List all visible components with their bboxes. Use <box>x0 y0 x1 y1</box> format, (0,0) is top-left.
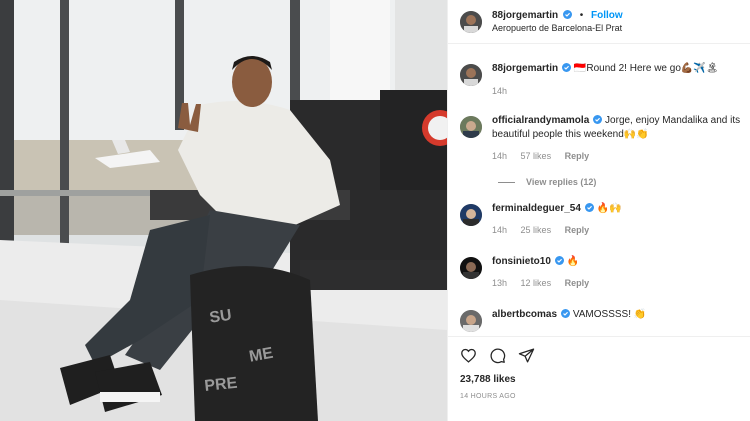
post-header: 88jorgemartin • Follow Aeropuerto de Bar… <box>448 0 750 44</box>
avatar-image <box>460 10 482 33</box>
reply-button[interactable]: Reply <box>565 225 590 235</box>
header-username[interactable]: 88jorgemartin <box>492 10 558 21</box>
comment-item: officialrandymamola Jorge, enjoy Mandali… <box>460 114 742 163</box>
comment-item: ferminaldeguer_54 🔥🙌 14h 25 likes Reply <box>460 202 742 237</box>
comment-username[interactable]: ferminaldeguer_54 <box>492 203 581 214</box>
comment-text: VAMOSSSS! 👏 <box>572 309 647 320</box>
verified-badge-icon <box>554 256 564 265</box>
caption-text: 🇮🇩Round 2! Here we go💪🏾✈️🏝 <box>573 63 719 74</box>
avatar[interactable] <box>460 64 482 86</box>
avatar[interactable] <box>460 310 482 332</box>
avatar-image <box>460 116 482 138</box>
verified-badge-icon <box>562 63 572 72</box>
post-photo-illustration: SU ME PRE <box>0 0 447 421</box>
post-timestamp: 14 HOURS AGO <box>460 393 516 400</box>
header-separator: • <box>579 9 584 21</box>
comment-username[interactable]: fonsinieto10 <box>492 256 551 267</box>
comment-likes[interactable]: 57 likes <box>521 151 552 161</box>
comment-item: fonsinieto10 🔥 13h 12 likes Reply <box>460 255 742 290</box>
avatar[interactable] <box>460 257 482 279</box>
avatar[interactable] <box>460 10 482 33</box>
verified-badge-icon <box>593 115 603 124</box>
comment-text: 🔥 <box>566 256 580 267</box>
likes-count[interactable]: 23,788 likes <box>460 374 738 385</box>
avatar-image <box>460 310 482 332</box>
reply-button[interactable]: Reply <box>565 278 590 288</box>
comment-likes[interactable]: 25 likes <box>521 225 552 235</box>
heart-icon[interactable] <box>460 347 477 364</box>
view-replies-divider <box>498 181 515 183</box>
comment-likes[interactable]: 12 likes <box>521 278 552 288</box>
caption: 88jorgemartin 🇮🇩Round 2! Here we go💪🏾✈️🏝… <box>460 62 742 98</box>
avatar-image <box>460 257 482 279</box>
view-replies-label: View replies (12) <box>526 177 597 187</box>
post-photo[interactable]: SU ME PRE <box>0 0 447 421</box>
post-side-panel: 88jorgemartin • Follow Aeropuerto de Bar… <box>447 0 750 421</box>
svg-text:SU: SU <box>208 307 232 327</box>
location-link[interactable]: Aeropuerto de Barcelona-El Prat <box>492 22 623 34</box>
comment-username[interactable]: albertbcomas <box>492 309 557 320</box>
avatar-image <box>460 204 482 226</box>
verified-badge-icon <box>562 9 572 19</box>
avatar[interactable] <box>460 116 482 138</box>
comment-time: 14h <box>492 225 508 235</box>
avatar[interactable] <box>460 204 482 226</box>
verified-badge-icon <box>561 309 571 318</box>
follow-button[interactable]: Follow <box>591 10 623 21</box>
verified-badge-icon <box>584 203 594 212</box>
view-replies-button[interactable]: View replies (12) <box>498 177 596 187</box>
comment-text: 🔥🙌 <box>596 203 622 214</box>
comment-time: 14h <box>492 151 508 161</box>
svg-text:PRE: PRE <box>204 375 239 395</box>
reply-button[interactable]: Reply <box>565 151 590 161</box>
action-bar: 23,788 likes 14 HOURS AGO <box>448 336 750 400</box>
comment-time: 13h <box>492 278 508 288</box>
comment-icon[interactable] <box>489 347 506 364</box>
comment-username[interactable]: officialrandymamola <box>492 115 589 126</box>
caption-time: 14h <box>492 86 508 96</box>
share-icon[interactable] <box>518 347 535 364</box>
comment-item: albertbcomas VAMOSSSS! 👏 <box>460 308 742 332</box>
caption-username[interactable]: 88jorgemartin <box>492 63 558 74</box>
avatar-image <box>460 64 482 86</box>
